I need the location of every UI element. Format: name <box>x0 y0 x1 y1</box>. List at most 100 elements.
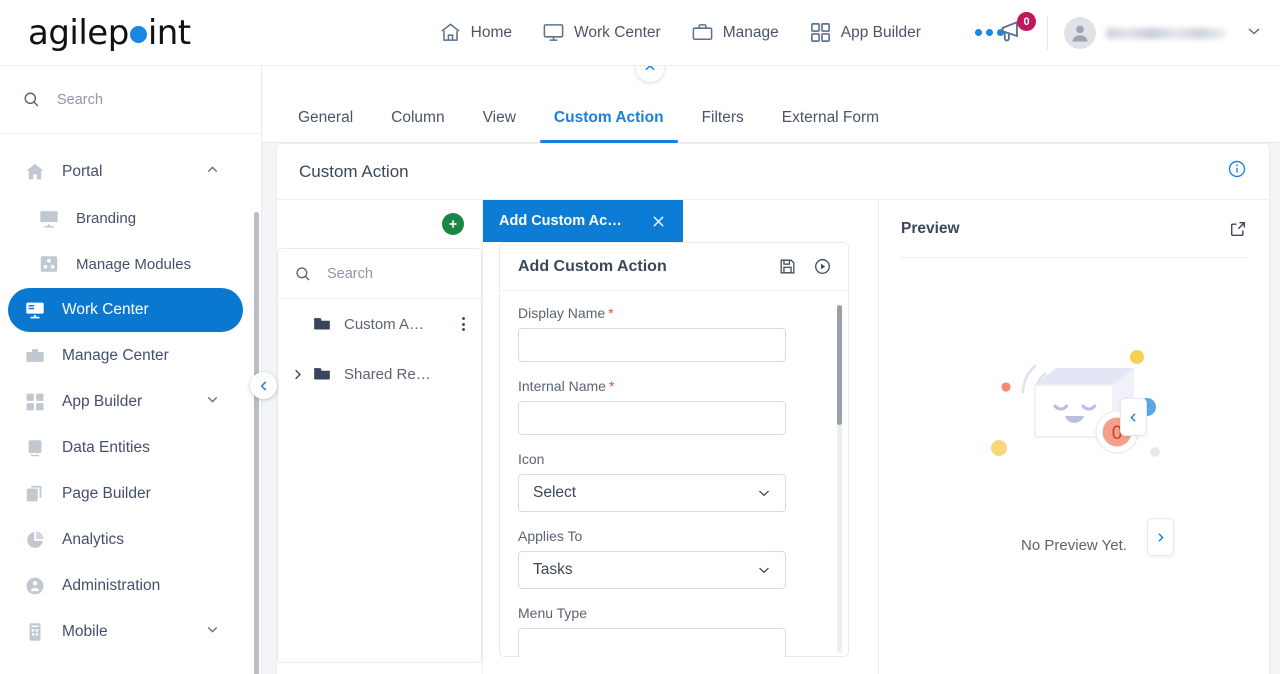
form-actions <box>778 257 832 276</box>
tab-external-form[interactable]: External Form <box>768 109 893 143</box>
sidebar-item-manage-center[interactable]: Manage Center <box>8 334 243 378</box>
save-icon[interactable] <box>778 257 797 276</box>
applies-to-select[interactable]: Tasks <box>518 551 786 589</box>
sidebar-item-app-builder[interactable]: App Builder <box>8 380 243 424</box>
play-circle-icon[interactable] <box>813 257 832 276</box>
sidebar-item-label: Work Center <box>62 301 149 318</box>
folder-icon <box>312 364 332 384</box>
pie-chart-icon <box>24 529 46 551</box>
form-scrollbar[interactable] <box>837 305 842 653</box>
card-header: Custom Action <box>277 144 1269 200</box>
agilepoint-logo[interactable]: agilep int <box>28 13 191 53</box>
preview-empty-text: No Preview Yet. <box>1021 537 1127 554</box>
chevron-up-icon[interactable] <box>204 161 221 183</box>
menu-type-input[interactable] <box>518 628 786 657</box>
tree-search-input[interactable] <box>325 264 435 283</box>
internal-name-input[interactable] <box>518 401 786 435</box>
top-bar: agilep int Home Work Center Manage App B… <box>0 0 1280 66</box>
expand-preview-pane-button[interactable] <box>1147 518 1174 556</box>
sidebar: Portal Branding Manage Modules Work Cent… <box>0 66 262 674</box>
topnav-item-manage[interactable]: Manage <box>691 21 779 44</box>
chevron-down-icon[interactable] <box>204 621 221 643</box>
sidebar-item-mobile[interactable]: Mobile <box>8 610 243 654</box>
user-menu-chevron-down-icon[interactable] <box>1244 21 1264 46</box>
tab-column[interactable]: Column <box>377 109 458 143</box>
tree-row-shared-resources[interactable]: Shared Re… <box>278 349 481 399</box>
topnav-item-app-builder[interactable]: App Builder <box>809 21 921 44</box>
monitor-icon <box>542 21 565 44</box>
add-custom-action-pane: Add Custom Actio… Add Custom Action <box>483 200 879 674</box>
sidebar-item-page-builder[interactable]: Page Builder <box>8 472 243 516</box>
sidebar-search[interactable] <box>0 66 261 134</box>
tree-row-label: Custom A… <box>344 315 425 333</box>
icon-select-value: Select <box>533 484 577 501</box>
announcements-button[interactable]: 0 <box>997 12 1036 50</box>
sidebar-collapse-button[interactable] <box>250 372 277 399</box>
topnav-label: Work Center <box>574 23 661 41</box>
search-icon <box>296 266 310 280</box>
chevron-right-icon[interactable] <box>290 367 306 382</box>
grid-icon <box>809 21 832 44</box>
tab-general[interactable]: General <box>284 109 367 143</box>
sidebar-item-branding[interactable]: Branding <box>8 196 243 240</box>
field-label: Internal Name * <box>518 378 830 394</box>
tree-row-custom-actions[interactable]: Custom A… <box>278 299 481 349</box>
modules-icon <box>38 253 60 275</box>
sidebar-item-label: Data Entities <box>62 439 150 456</box>
sidebar-search-input[interactable] <box>55 90 225 109</box>
sidebar-item-work-center[interactable]: Work Center <box>8 288 243 332</box>
tab-filters[interactable]: Filters <box>688 109 758 143</box>
sidebar-item-data-entities[interactable]: Data Entities <box>8 426 243 470</box>
chevron-down-icon[interactable] <box>204 391 221 413</box>
add-custom-action-tab[interactable]: Add Custom Actio… <box>483 200 683 242</box>
field-label-text: Display Name <box>518 305 606 321</box>
chevron-down-icon <box>755 484 773 502</box>
topnav-item-work-center[interactable]: Work Center <box>542 21 661 44</box>
field-display-name: Display Name * <box>518 305 830 362</box>
tree-row-menu-icon[interactable] <box>462 317 465 331</box>
main-content: General Column View Custom Action Filter… <box>262 54 1280 674</box>
top-bar-right: 0 <box>997 0 1264 66</box>
sidebar-nav-list: Portal Branding Manage Modules Work Cent… <box>0 134 261 674</box>
page-title: Custom Action <box>299 161 409 181</box>
field-icon: Icon Select <box>518 451 830 512</box>
avatar[interactable] <box>1064 17 1096 49</box>
applies-to-select-value: Tasks <box>533 561 573 578</box>
tab-custom-action[interactable]: Custom Action <box>539 109 678 143</box>
external-link-icon[interactable] <box>1229 220 1247 238</box>
app-root: agilep int Home Work Center Manage App B… <box>0 0 1280 674</box>
preview-empty-state: 0 No Preview Yet. <box>879 330 1269 554</box>
tree-toolbar <box>277 200 482 248</box>
logo-text-first: agilep <box>28 12 129 53</box>
tab-view[interactable]: View <box>469 109 530 143</box>
sidebar-item-analytics[interactable]: Analytics <box>8 518 243 562</box>
tree-box: Custom A… Shared Re… <box>277 248 482 663</box>
add-custom-action-tab-label: Add Custom Actio… <box>499 213 624 229</box>
sidebar-item-label: App Builder <box>62 393 143 410</box>
custom-action-tree-pane: Custom A… Shared Re… <box>277 200 483 674</box>
sidebar-item-administration[interactable]: Administration <box>8 564 243 608</box>
icon-select[interactable]: Select <box>518 474 786 512</box>
field-label: Display Name * <box>518 305 830 321</box>
close-icon[interactable] <box>650 213 667 230</box>
add-custom-action-form: Add Custom Action Display Name * Interna… <box>499 242 849 657</box>
add-custom-action-button[interactable] <box>442 213 464 235</box>
field-applies-to: Applies To Tasks <box>518 528 830 589</box>
sidebar-item-manage-modules[interactable]: Manage Modules <box>8 242 243 286</box>
info-icon[interactable] <box>1227 159 1247 184</box>
folder-icon <box>312 314 332 334</box>
required-marker: * <box>608 305 614 321</box>
briefcase-icon <box>691 21 714 44</box>
field-label: Icon <box>518 451 545 467</box>
tab-bar: General Column View Custom Action Filter… <box>262 54 1280 143</box>
sidebar-item-portal[interactable]: Portal <box>8 150 243 194</box>
chevron-down-icon <box>755 561 773 579</box>
mobile-icon <box>24 621 46 643</box>
topnav-item-home[interactable]: Home <box>439 21 512 44</box>
sidebar-scrollbar[interactable] <box>254 212 259 674</box>
home-icon <box>24 161 46 183</box>
tree-search[interactable] <box>278 249 481 299</box>
sidebar-item-label: Mobile <box>62 623 108 640</box>
collapse-form-pane-button[interactable] <box>1120 398 1147 436</box>
display-name-input[interactable] <box>518 328 786 362</box>
